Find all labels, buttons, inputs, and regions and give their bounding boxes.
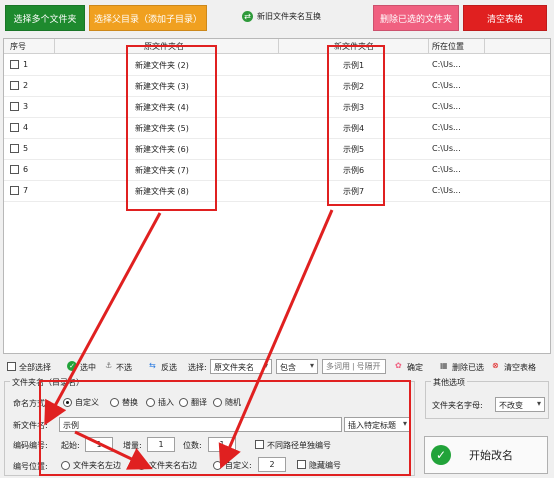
arrow-to-position: [218, 209, 334, 470]
arrow-to-right-option: [74, 430, 153, 470]
arrow-to-new-name: [44, 212, 162, 426]
annotation-arrows: [44, 209, 334, 470]
